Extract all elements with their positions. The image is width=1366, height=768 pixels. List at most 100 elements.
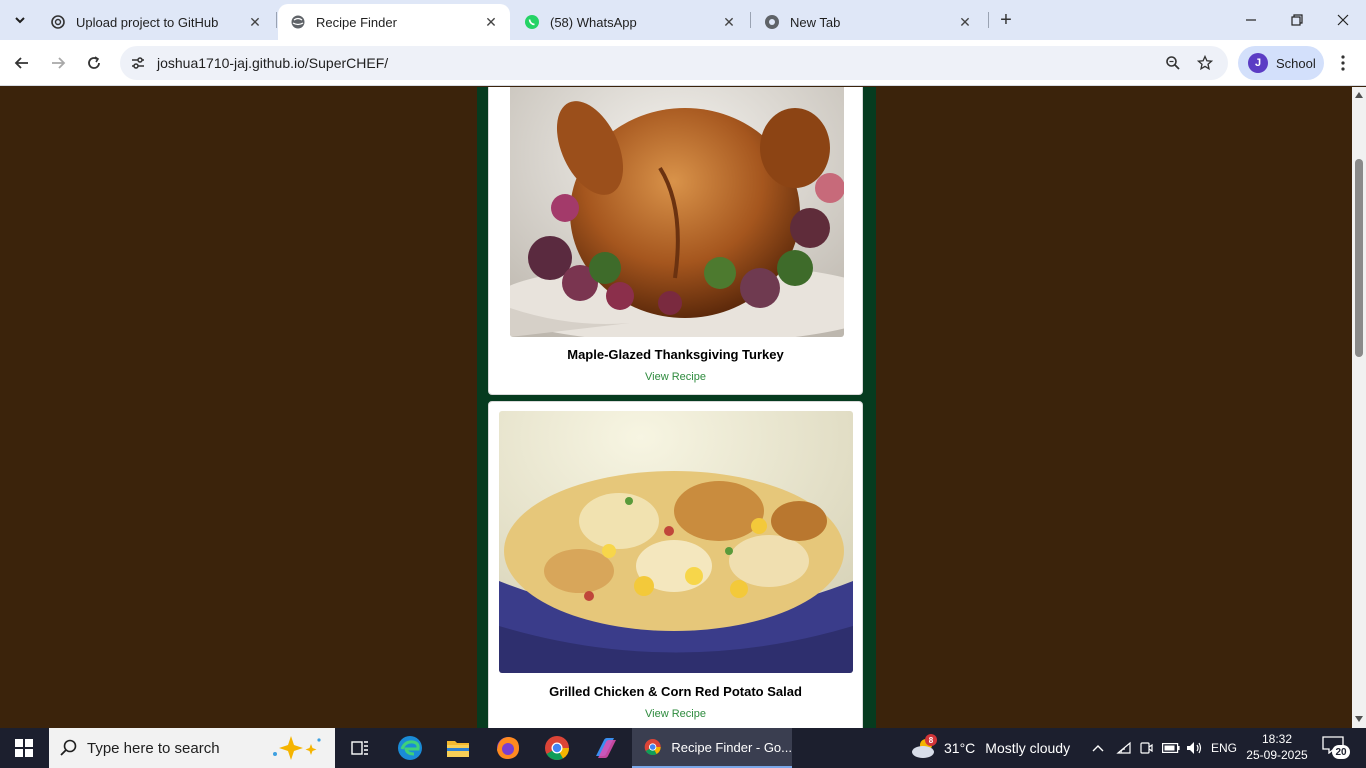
tab-title: Upload project to GitHub — [76, 14, 219, 30]
kebab-menu-icon — [1341, 55, 1345, 71]
battery-icon[interactable] — [1160, 728, 1182, 768]
volume-icon[interactable] — [1184, 728, 1206, 768]
chrome-icon — [545, 736, 569, 761]
tab-search-button[interactable] — [6, 6, 34, 34]
search-icon — [59, 738, 79, 758]
minimize-icon — [1246, 19, 1256, 21]
chevron-down-icon — [15, 17, 25, 24]
minimize-button[interactable] — [1228, 0, 1274, 40]
network-icon[interactable] — [1114, 728, 1134, 768]
site-info-icon[interactable] — [128, 53, 148, 73]
weather-widget[interactable]: 8 31°C Mostly cloudy — [910, 728, 1070, 768]
close-icon[interactable]: ✕ — [956, 13, 974, 31]
weather-condition: Mostly cloudy — [985, 740, 1071, 756]
tab-recipe-finder[interactable]: Recipe Finder ✕ — [278, 4, 510, 40]
profile-button[interactable]: J School — [1238, 46, 1324, 80]
start-button[interactable] — [0, 728, 48, 768]
avatar: J — [1248, 53, 1268, 73]
tab-upload-project[interactable]: Upload project to GitHub ✕ — [38, 4, 274, 40]
windows-logo-icon — [15, 739, 33, 757]
file-explorer-taskbar-button[interactable] — [434, 728, 482, 768]
clock-date: 25-09-2025 — [1246, 748, 1308, 762]
arrow-right-icon — [52, 57, 66, 69]
notification-center-button[interactable]: 20 — [1322, 736, 1352, 760]
page-viewport: Maple-Glazed Thanksgiving Turkey View Re… — [0, 87, 1352, 728]
tab-whatsapp[interactable]: (58) WhatsApp ✕ — [512, 4, 748, 40]
task-view-button[interactable] — [336, 728, 384, 768]
recipe-title: Grilled Chicken & Corn Red Potato Salad — [549, 684, 802, 699]
folder-icon — [447, 741, 469, 757]
chrome-taskbar-button[interactable] — [533, 728, 581, 768]
forward-button[interactable] — [44, 49, 72, 77]
globe-icon — [290, 14, 306, 30]
address-bar[interactable]: joshua1710-jaj.github.io/SuperCHEF/ — [120, 46, 1228, 80]
chevron-up-icon — [1092, 745, 1104, 752]
close-icon[interactable]: ✕ — [246, 13, 264, 31]
scroll-down-icon[interactable] — [1355, 715, 1363, 723]
url-text: joshua1710-jaj.github.io/SuperCHEF/ — [157, 55, 389, 71]
search-placeholder: Type here to search — [87, 739, 220, 757]
language-indicator[interactable]: ENG — [1208, 728, 1240, 768]
windows-taskbar: Type here to search Recipe Finder - Go..… — [0, 728, 1366, 768]
show-hidden-icons-button[interactable] — [1088, 728, 1108, 768]
meet-now-icon[interactable] — [1136, 728, 1156, 768]
cloudy-weather-icon: 8 — [910, 734, 938, 760]
reload-icon — [88, 56, 100, 69]
chrome-window-taskbar-item[interactable]: Recipe Finder - Go... — [632, 728, 792, 768]
restore-icon — [1291, 14, 1303, 26]
page-scrollbar[interactable] — [1352, 87, 1366, 728]
task-view-icon — [351, 741, 368, 755]
restore-button[interactable] — [1274, 0, 1320, 40]
openai-icon — [50, 14, 66, 30]
star-icon[interactable] — [1195, 53, 1215, 73]
zoom-icon[interactable] — [1163, 53, 1183, 73]
new-tab-button[interactable]: + — [994, 8, 1018, 32]
browser-toolbar: joshua1710-jaj.github.io/SuperCHEF/ J Sc… — [0, 40, 1366, 86]
clock-time: 18:32 — [1261, 732, 1293, 746]
active-window-title: Recipe Finder - Go... — [671, 739, 792, 755]
tab-title: (58) WhatsApp — [550, 14, 637, 30]
profile-label: School — [1276, 55, 1316, 71]
close-icon[interactable]: ✕ — [720, 13, 738, 31]
copilot-taskbar-button[interactable] — [582, 728, 630, 768]
tab-strip: Upload project to GitHub ✕ Recipe Finder… — [0, 0, 1366, 40]
tab-title: New Tab — [790, 14, 841, 30]
arrow-left-icon — [14, 57, 28, 69]
chrome-icon — [644, 738, 661, 756]
whatsapp-icon — [524, 14, 540, 30]
firefox-taskbar-button[interactable] — [484, 728, 532, 768]
plus-icon: + — [1000, 8, 1012, 31]
close-window-button[interactable] — [1320, 0, 1366, 40]
chrome-icon — [764, 14, 780, 30]
weather-temp: 31°C — [944, 740, 976, 756]
notification-count: 20 — [1332, 745, 1350, 759]
recipe-card[interactable]: Grilled Chicken & Corn Red Potato Salad … — [488, 401, 863, 728]
reload-button[interactable] — [80, 49, 108, 77]
scrollbar-thumb[interactable] — [1355, 159, 1363, 357]
scroll-up-icon[interactable] — [1355, 91, 1363, 99]
system-clock[interactable]: 18:32 25-09-2025 — [1242, 731, 1312, 763]
tab-separator — [988, 12, 989, 28]
view-recipe-link[interactable]: View Recipe — [489, 371, 862, 383]
recipe-image-potato-salad[interactable] — [499, 411, 853, 673]
close-icon — [1337, 14, 1349, 26]
tab-separator — [750, 12, 751, 28]
close-icon[interactable]: ✕ — [482, 13, 500, 31]
tab-new-tab[interactable]: New Tab ✕ — [752, 4, 984, 40]
weather-badge: 8 — [925, 734, 937, 746]
recipe-title: Maple-Glazed Thanksgiving Turkey — [567, 347, 784, 362]
firefox-icon — [497, 737, 519, 759]
edge-icon — [398, 736, 422, 760]
recipe-column: Maple-Glazed Thanksgiving Turkey View Re… — [477, 87, 876, 728]
back-button[interactable] — [8, 49, 36, 77]
browser-menu-button[interactable] — [1333, 49, 1353, 77]
tab-title: Recipe Finder — [316, 14, 397, 30]
taskbar-search[interactable]: Type here to search — [49, 728, 335, 768]
copilot-sparkle-icon — [273, 736, 321, 760]
view-recipe-link[interactable]: View Recipe — [489, 708, 862, 720]
recipe-card[interactable]: Maple-Glazed Thanksgiving Turkey View Re… — [488, 87, 863, 395]
copilot-icon — [596, 738, 616, 758]
recipe-image-turkey[interactable] — [510, 87, 844, 337]
tab-separator — [276, 12, 277, 28]
edge-taskbar-button[interactable] — [386, 728, 434, 768]
